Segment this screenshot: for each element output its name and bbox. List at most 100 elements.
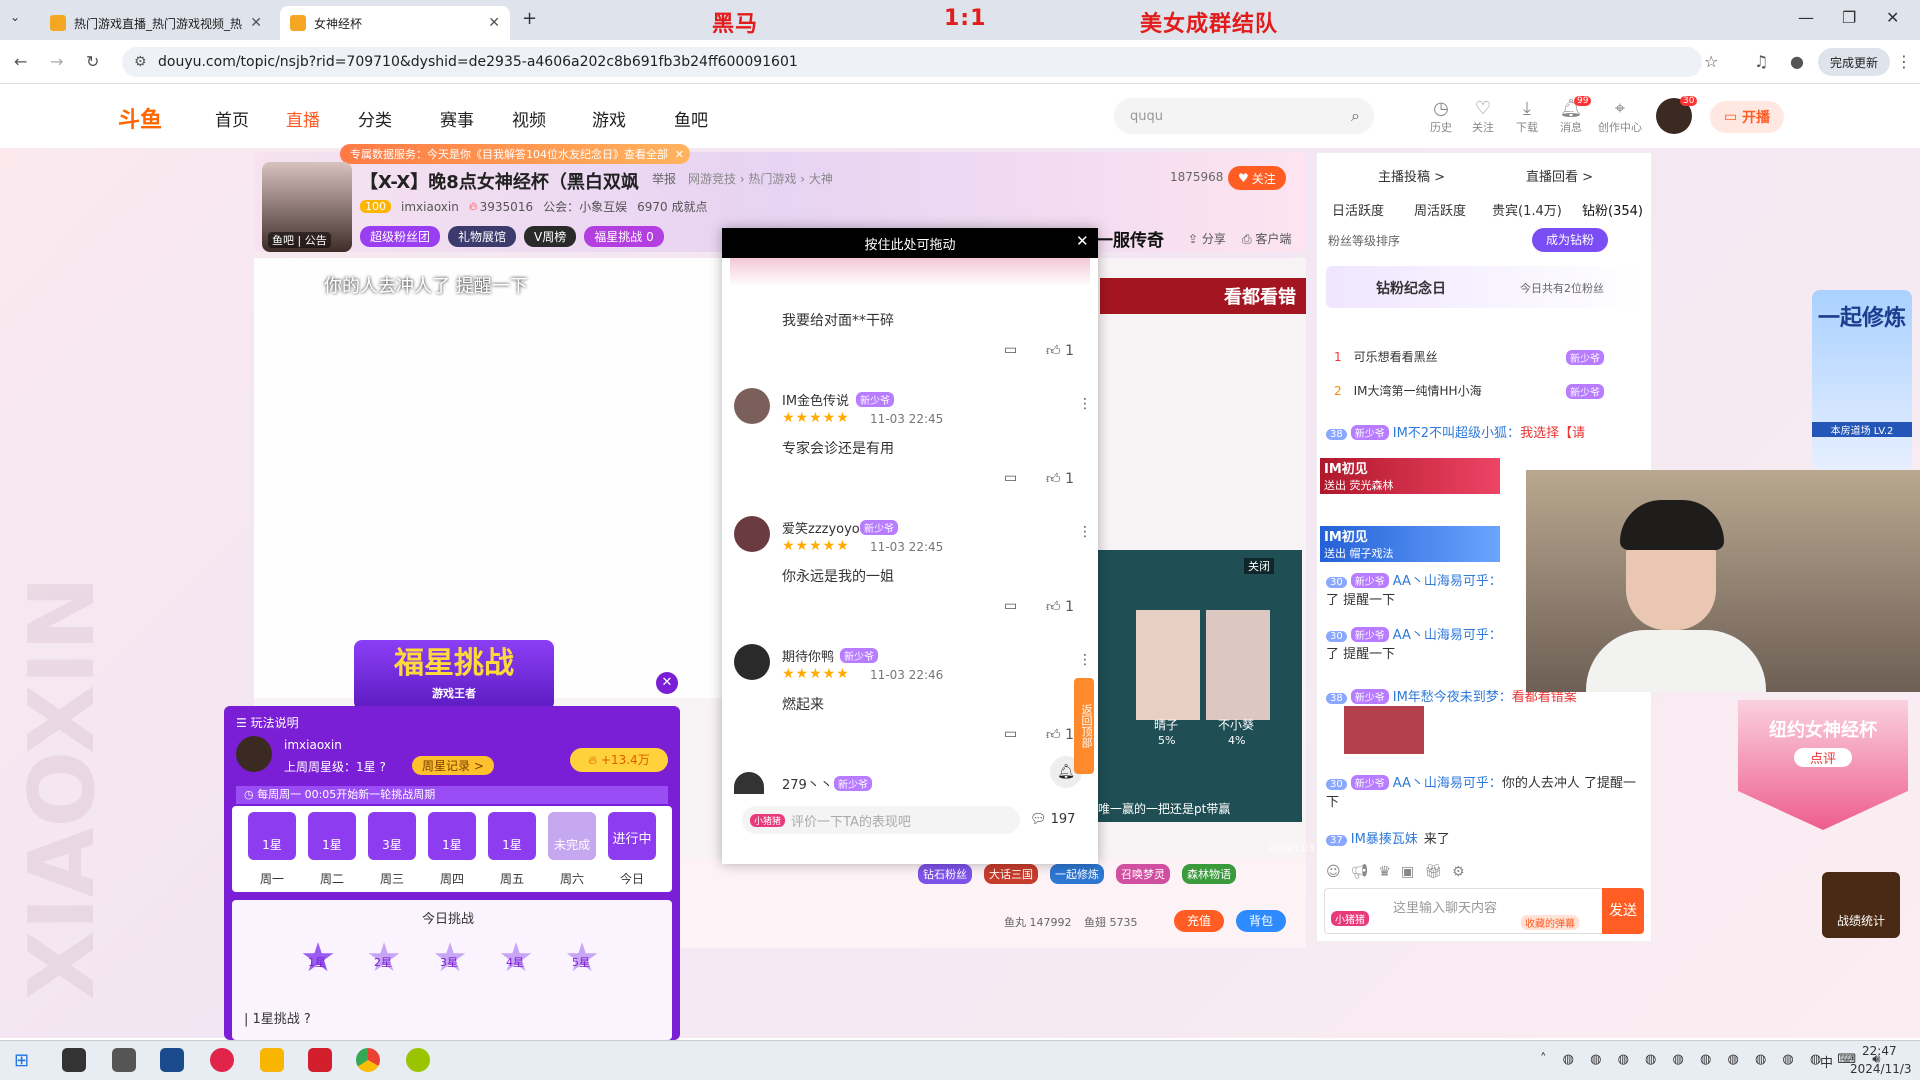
commenter-avatar[interactable] (734, 772, 764, 794)
profile-icon[interactable]: ● (1790, 52, 1804, 71)
comment-input[interactable]: 小猪猪 评价一下TA的表现吧 (742, 806, 1020, 834)
become-fan-button[interactable]: 成为钻粉 (1532, 228, 1609, 252)
popup-close-button[interactable]: 关闭 (1244, 558, 1274, 574)
douyu-logo[interactable]: 斗鱼 (118, 100, 198, 136)
tab-daily-active[interactable]: 日活跃度 (1332, 200, 1384, 219)
share-button[interactable]: ⇪ 分享 (1188, 230, 1226, 247)
send-button[interactable]: 发送 (1602, 888, 1644, 934)
tray-icons[interactable]: ˄ ◍ ◍ ◍ ◍ ◍ ◍ ◍ ◍ ◍ ◍ ⌨ 🔊︎ (1540, 1052, 1886, 1067)
megaphone-icon[interactable]: 📢︎ (1351, 864, 1369, 880)
promo-train-together[interactable]: 一起修炼 本房道场 LV.2 (1812, 290, 1912, 470)
browser-menu-icon[interactable]: ⋮ (1896, 52, 1912, 71)
new-tab-button[interactable]: + (522, 8, 537, 29)
modal-drag-handle[interactable]: 按住此处可拖动 (722, 228, 1098, 258)
close-window-icon[interactable]: ✕ (1886, 8, 1899, 27)
emoji-icon[interactable]: ☺ (1326, 864, 1341, 880)
chat-username[interactable]: AA丶山海易可乎： (1393, 776, 1502, 791)
commenter-name[interactable]: 爱笑zzzyoyo (782, 518, 860, 537)
back-icon[interactable]: ← (14, 52, 27, 71)
like-icon[interactable]: 👍︎ 1 (1046, 342, 1074, 359)
douyu-app-icon[interactable] (260, 1048, 284, 1072)
banner-yifu[interactable]: 一服传奇 (1096, 226, 1164, 251)
update-button[interactable]: 完成更新 (1818, 48, 1891, 76)
follow-button[interactable]: ♥ 关注 (1228, 166, 1286, 190)
modal-close-icon[interactable]: ✕ (1076, 232, 1089, 250)
app-icon[interactable] (160, 1048, 184, 1072)
guild-info[interactable]: 公会：小象互娱 (543, 198, 627, 215)
room-breadcrumb[interactable]: 网游竞技 › 热门游戏 › 大神 (688, 170, 833, 187)
search-icon[interactable]: ⌕ (1351, 106, 1360, 126)
forward-icon[interactable]: → (50, 52, 63, 71)
close-tab-icon[interactable]: ✕ (250, 15, 262, 31)
gift-diamond-fans[interactable]: 钻石粉丝 (918, 864, 972, 884)
nav-home[interactable]: 首页 (215, 106, 249, 131)
gift-icon[interactable]: 🎁︎ (1424, 864, 1442, 880)
creator-center-button[interactable]: ⌖ 创作中心 (1598, 98, 1642, 135)
more-icon[interactable]: ⋮ (1078, 524, 1092, 540)
weekly-rank-pill[interactable]: V周榜 (524, 226, 577, 247)
chat-username[interactable]: IM暴揍瓦妹 (1351, 832, 1418, 847)
site-info-icon[interactable]: ⚙ (134, 54, 147, 70)
xbox-app-icon[interactable] (406, 1048, 430, 1072)
mission-close-icon[interactable]: ✕ (656, 672, 678, 694)
client-button[interactable]: ⎙ 客户端 (1242, 230, 1291, 247)
rules-link[interactable]: ☰ 玩法说明 (236, 714, 299, 731)
like-icon[interactable]: 👍︎ 1 (1046, 470, 1074, 487)
banner-kandu[interactable]: 看都看错 (1100, 278, 1306, 314)
promo-stats[interactable]: 战绩统计 (1822, 872, 1900, 938)
commenter-avatar[interactable] (734, 516, 770, 552)
more-icon[interactable]: ⋮ (1078, 652, 1092, 668)
tab-weekly-active[interactable]: 周活跃度 (1414, 200, 1466, 219)
url-bar[interactable]: ⚙ douyu.com/topic/nsjb?rid=709710&dyshid… (122, 47, 1702, 77)
gift-summon-dream[interactable]: 召唤梦灵 (1116, 864, 1170, 884)
nav-esports[interactable]: 赛事 (440, 106, 474, 131)
gift-train-together[interactable]: 一起修炼 (1050, 864, 1104, 884)
rank-row[interactable]: 2 IM大湾第一纯情HH小海 (1334, 382, 1482, 399)
download-button[interactable]: ⤓ 下载 (1510, 98, 1544, 135)
host-vote-link[interactable]: 主播投稿 > (1378, 166, 1445, 185)
commenter-name[interactable]: 期待你鸭 (782, 646, 834, 665)
fishbar-link[interactable]: 鱼吧 | 公告 (268, 232, 331, 248)
chrome-icon[interactable] (356, 1048, 380, 1072)
start-live-button[interactable]: ▭ 开播 (1710, 101, 1784, 133)
barrage-hint[interactable]: 收藏的弹幕 (1521, 915, 1579, 930)
streamer-card-1[interactable] (1136, 610, 1200, 720)
ime-indicator[interactable]: 中 (1820, 1052, 1833, 1071)
reload-icon[interactable]: ↻ (86, 52, 99, 71)
badge-icon[interactable]: ▣ (1401, 864, 1414, 880)
like-icon[interactable]: 👍︎ 1 (1046, 726, 1074, 743)
star-record-button[interactable]: 周星记录 > (412, 756, 494, 775)
reply-icon[interactable]: ▭ (1004, 342, 1017, 358)
reply-icon[interactable]: ▭ (1004, 470, 1017, 486)
rank-row[interactable]: 1 可乐想看看黑丝 (1334, 348, 1438, 365)
lucky-star-pill[interactable]: 福星挑战 0 (584, 226, 664, 247)
chat-username[interactable]: AA丶山海易可乎： (1393, 574, 1502, 589)
recharge-button[interactable]: 充值 (1174, 910, 1224, 932)
restore-icon[interactable]: ❐ (1842, 8, 1856, 27)
browser-tab-2[interactable]: 女神经杯 ✕ (280, 6, 510, 40)
tab-diamond-fans[interactable]: 钻粉(354) (1582, 200, 1643, 219)
follow-button[interactable]: ♡ 关注 (1466, 98, 1500, 135)
replay-link[interactable]: 直播回看 > (1526, 166, 1593, 185)
bookmark-star-icon[interactable]: ☆ (1704, 52, 1718, 71)
super-fans-pill[interactable]: 超级粉丝团 (360, 226, 441, 247)
nav-live[interactable]: 直播 (286, 106, 320, 131)
nav-category[interactable]: 分类 (358, 106, 392, 131)
settings-icon[interactable]: ⚙ (1452, 864, 1465, 880)
gift-forest-story[interactable]: 森林物语 (1182, 864, 1236, 884)
commenter-name[interactable]: 279丶丶 (782, 774, 833, 793)
chat-username[interactable]: IM年愁今夜未到梦： (1393, 690, 1512, 705)
bag-button[interactable]: 背包 (1236, 910, 1286, 932)
nav-video[interactable]: 视频 (512, 106, 546, 131)
chat-input[interactable]: 小猪猪 这里输入聊天内容 收藏的弹幕 (1324, 888, 1604, 934)
commenter-avatar[interactable] (734, 388, 770, 424)
search-app-icon[interactable] (62, 1048, 86, 1072)
report-link[interactable]: 举报 (652, 170, 676, 187)
commenter-avatar[interactable] (734, 644, 770, 680)
nav-games[interactable]: 游戏 (592, 106, 626, 131)
start-icon[interactable]: ⊞ (14, 1050, 29, 1071)
taskbar-date[interactable]: 2024/11/3 (1850, 1062, 1912, 1076)
commenter-name[interactable]: IM金色传说 (782, 390, 849, 409)
chat-username[interactable]: AA丶山海易可乎： (1393, 628, 1502, 643)
netease-music-icon[interactable] (210, 1048, 234, 1072)
